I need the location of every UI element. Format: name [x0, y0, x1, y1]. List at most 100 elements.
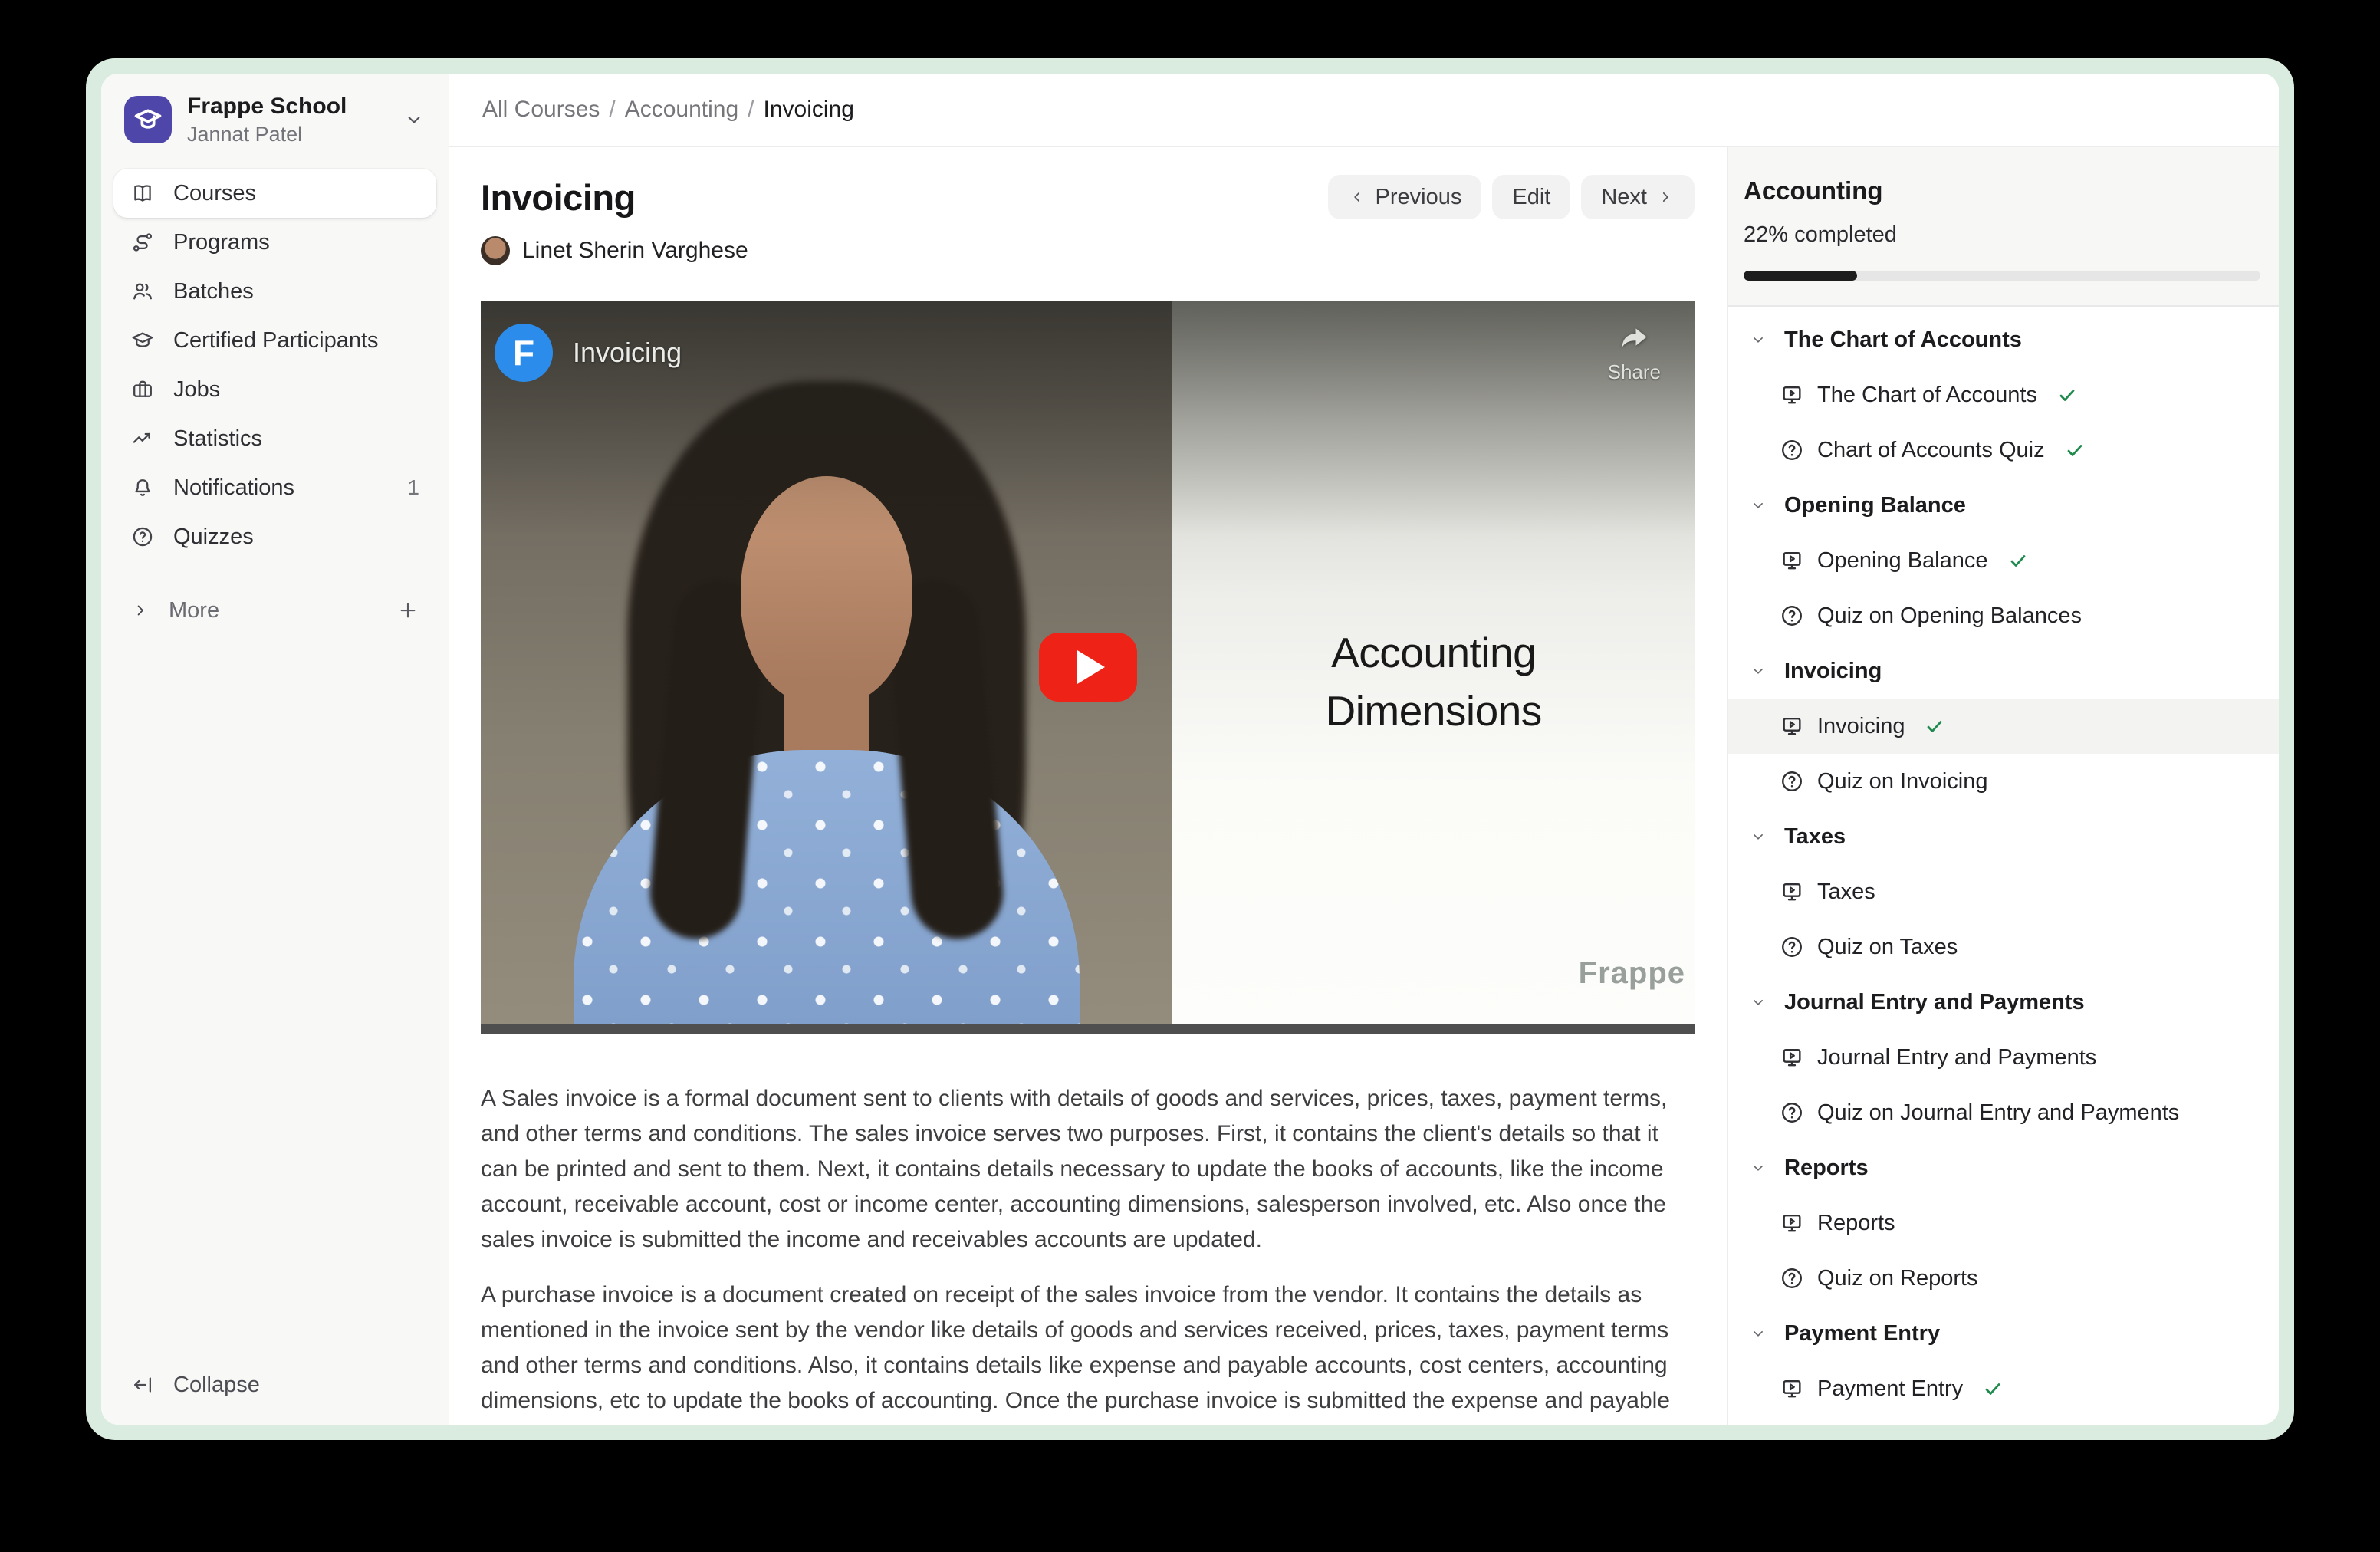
edit-button[interactable]: Edit — [1492, 175, 1570, 219]
sidebar-item-jobs[interactable]: Jobs — [113, 365, 436, 414]
sidebar-item-batches[interactable]: Batches — [113, 267, 436, 316]
sidebar-item-programs[interactable]: Programs — [113, 218, 436, 267]
sidebar-item-label: Certified Participants — [173, 328, 379, 353]
outline-section-taxes[interactable]: Taxes — [1728, 809, 2279, 864]
outline-section-reports[interactable]: Reports — [1728, 1140, 2279, 1195]
lesson-nav-buttons: Previous Edit Next — [1328, 175, 1695, 219]
graduation-cap-logo-icon — [133, 104, 163, 135]
outline-item-quiz-on-invoicing-quiz[interactable]: Quiz on Invoicing — [1728, 754, 2279, 809]
video-title-overlay[interactable]: F Invoicing — [495, 324, 682, 382]
outline-section-label: Reports — [1784, 1156, 1869, 1181]
outline-section-payment-entry[interactable]: Payment Entry — [1728, 1306, 2279, 1361]
lesson-header: Invoicing Previous Edit Next — [481, 175, 1695, 219]
page-title: Invoicing — [481, 176, 636, 219]
sidebar-item-notifications[interactable]: Notifications 1 — [113, 463, 436, 512]
question-circle-icon — [1779, 437, 1805, 463]
author-avatar — [481, 236, 510, 265]
chevron-down-icon — [403, 108, 426, 131]
sidebar-item-certified-participants[interactable]: Certified Participants — [113, 316, 436, 365]
app-title: Frappe School — [187, 94, 347, 120]
play-button[interactable] — [1039, 633, 1137, 702]
next-button-label: Next — [1601, 185, 1647, 210]
sidebar-item-label: Courses — [173, 181, 256, 206]
outline-item-label: Quiz on Invoicing — [1817, 769, 1987, 794]
breadcrumb-separator: / — [748, 97, 754, 123]
outline-item-invoicing[interactable]: Invoicing — [1728, 699, 2279, 754]
chevron-down-icon — [1749, 496, 1767, 515]
notification-count-badge: 1 — [407, 475, 419, 500]
outline-item-label: Quiz on Opening Balances — [1817, 603, 2082, 629]
breadcrumb-link-all-courses[interactable]: All Courses — [482, 97, 600, 123]
breadcrumb-current: Invoicing — [764, 97, 854, 123]
current-user-name: Jannat Patel — [187, 123, 347, 146]
breadcrumb: All Courses / Accounting / Invoicing — [449, 74, 2279, 147]
outline-item-payment-entry[interactable]: Payment Entry — [1728, 1361, 2279, 1416]
outline-item-quiz-on-opening-balances-quiz[interactable]: Quiz on Opening Balances — [1728, 588, 2279, 643]
brand-text: Frappe School Jannat Patel — [187, 94, 347, 146]
course-progress-label: 22% completed — [1744, 222, 2260, 248]
sidebar-item-courses[interactable]: Courses — [113, 169, 436, 218]
outline-item-quiz-on-taxes-quiz[interactable]: Quiz on Taxes — [1728, 919, 2279, 975]
slide-title-line2: Dimensions — [1172, 682, 1695, 740]
collapse-label: Collapse — [173, 1373, 260, 1398]
share-button[interactable]: Share — [1608, 321, 1661, 384]
lesson-author: Linet Sherin Varghese — [481, 236, 1695, 265]
sidebar-item-label: Batches — [173, 279, 254, 304]
question-circle-icon — [130, 524, 155, 549]
sidebar-item-quizzes[interactable]: Quizzes — [113, 512, 436, 561]
sidebar: Frappe School Jannat Patel Courses Progra… — [101, 74, 449, 1425]
route-icon — [130, 230, 155, 255]
outline-item-label: Opening Balance — [1817, 548, 1988, 574]
course-title: Accounting — [1744, 176, 2260, 206]
outline-section-label: Opening Balance — [1784, 493, 1966, 518]
workspace-switcher[interactable]: Frappe School Jannat Patel — [113, 84, 436, 155]
chevron-down-icon — [1749, 330, 1767, 349]
outline-item-quiz-on-journal-entry-and-payments-quiz[interactable]: Quiz on Journal Entry and Payments — [1728, 1085, 2279, 1140]
frappe-school-app: Frappe School Jannat Patel Courses Progra… — [101, 74, 2279, 1425]
briefcase-icon — [130, 377, 155, 402]
video-progress-bar[interactable] — [481, 1024, 1695, 1034]
outline-section-label: Taxes — [1784, 824, 1846, 850]
course-outline-header: Accounting 22% completed — [1728, 147, 2279, 307]
outline-item-label: Invoicing — [1817, 714, 1905, 739]
course-progress-fill — [1744, 271, 1857, 281]
sidebar-collapse-button[interactable]: Collapse — [113, 1363, 436, 1406]
sidebar-item-label: Notifications — [173, 475, 294, 501]
outline-item-quiz-on-reports-quiz[interactable]: Quiz on Reports — [1728, 1251, 2279, 1306]
sidebar-item-label: Programs — [173, 230, 270, 255]
sidebar-item-label: Quizzes — [173, 524, 254, 550]
outline-item-label: Quiz on Journal Entry and Payments — [1817, 1100, 2179, 1126]
outline-item-the-chart-of-accounts[interactable]: The Chart of Accounts — [1728, 367, 2279, 423]
outline-section-the-chart-of-accounts[interactable]: The Chart of Accounts — [1728, 312, 2279, 367]
outline-item-opening-balance[interactable]: Opening Balance — [1728, 533, 2279, 588]
content-column: All Courses / Accounting / Invoicing Invoici… — [449, 74, 2279, 1425]
video-lesson-icon — [1779, 1376, 1805, 1402]
course-outline-panel: Accounting 22% completed The Chart of Ac… — [1727, 147, 2279, 1425]
breadcrumb-link-accounting[interactable]: Accounting — [625, 97, 738, 123]
previous-button[interactable]: Previous — [1328, 175, 1482, 219]
body-row: Invoicing Previous Edit Next — [449, 147, 2279, 1425]
chevron-down-icon — [1749, 1159, 1767, 1177]
breadcrumb-separator: / — [609, 97, 615, 123]
outline-item-label: Reports — [1817, 1211, 1895, 1236]
outline-section-invoicing[interactable]: Invoicing — [1728, 643, 2279, 699]
outline-section-opening-balance[interactable]: Opening Balance — [1728, 478, 2279, 533]
outline-item-chart-of-accounts-quiz-quiz[interactable]: Chart of Accounts Quiz — [1728, 423, 2279, 478]
lesson-body-text: A Sales invoice is a formal document sen… — [481, 1081, 1695, 1419]
frappe-video-logo: F — [495, 324, 553, 382]
outline-item-taxes[interactable]: Taxes — [1728, 864, 2279, 919]
outline-item-journal-entry-and-payments[interactable]: Journal Entry and Payments — [1728, 1030, 2279, 1085]
outline-section-journal-entry-and-payments[interactable]: Journal Entry and Payments — [1728, 975, 2279, 1030]
plus-icon[interactable] — [396, 599, 419, 622]
outline-item-label: Quiz on Reports — [1817, 1266, 1978, 1291]
sidebar-item-more[interactable]: More — [113, 586, 436, 635]
outline-item-label: The Chart of Accounts — [1817, 383, 2037, 408]
video-lesson-icon — [1779, 1044, 1805, 1070]
share-label: Share — [1608, 360, 1661, 384]
sidebar-item-statistics[interactable]: Statistics — [113, 414, 436, 463]
video-lesson-icon — [1779, 879, 1805, 905]
chevron-right-icon — [130, 600, 150, 620]
next-button[interactable]: Next — [1581, 175, 1695, 219]
outline-item-reports[interactable]: Reports — [1728, 1195, 2279, 1251]
video-player[interactable]: Accounting Dimensions Frappe F Invoicing — [481, 301, 1695, 1034]
